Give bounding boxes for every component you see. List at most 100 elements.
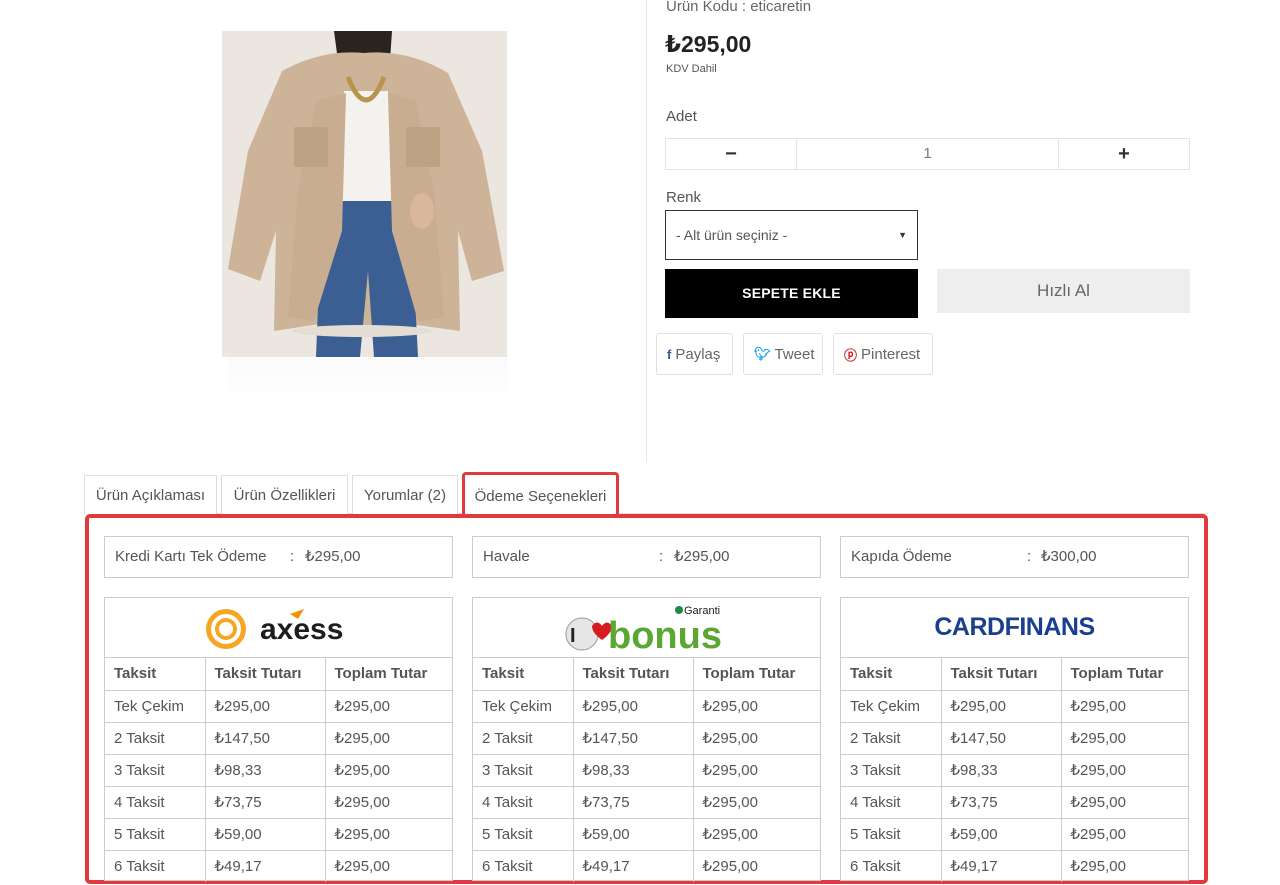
- installment-cell: Tek Çekim: [473, 690, 574, 723]
- total-cell: ₺295,00: [325, 786, 452, 819]
- total-cell: ₺295,00: [334, 858, 390, 876]
- amount-cell: ₺295,00: [573, 690, 694, 723]
- share-pinterest-button[interactable]: ⓟ Pinterest: [833, 333, 933, 375]
- bonus-logo: I bonus Garanti: [473, 598, 820, 658]
- bonus-logo-mark: I bonus Garanti: [565, 605, 722, 656]
- share-twitter-button[interactable]: 🐦︎ Tweet: [743, 333, 823, 375]
- table-row: Tek Çekim ₺295,00 ₺295,00: [105, 690, 452, 723]
- tab-payment-options[interactable]: Ödeme Seçenekleri: [462, 472, 619, 517]
- installment-cell: 3 Taksit: [105, 754, 206, 787]
- total-cell: ₺295,00: [693, 786, 820, 819]
- table-row: 5 Taksit ₺59,00 ₺295,00: [841, 818, 1188, 851]
- table-row: 6 Taksit ₺49,17 ₺295,00: [841, 850, 1188, 882]
- share-twitter-label: Tweet: [774, 345, 815, 363]
- installment-cell: 5 Taksit: [105, 818, 206, 851]
- amount-cell: ₺98,33: [573, 754, 694, 787]
- quick-buy-button[interactable]: Hızlı Al: [937, 269, 1190, 313]
- col-header-installment-amount: Taksit Tutarı: [205, 658, 326, 691]
- table-row: 4 Taksit ₺73,75 ₺295,00: [105, 786, 452, 819]
- installment-cell: 5 Taksit: [473, 818, 574, 851]
- product-photo: [222, 31, 507, 357]
- summary-separator: :: [659, 548, 664, 565]
- total-cell: ₺295,00: [325, 690, 452, 723]
- summary-value: ₺300,00: [1041, 548, 1097, 565]
- total-cell: ₺295,00: [325, 818, 452, 851]
- col-header-installment: Taksit: [105, 658, 206, 691]
- summary-credit-card: Kredi Kartı Tek Ödeme : ₺295,00: [104, 536, 453, 578]
- installment-cell: 4 Taksit: [473, 786, 574, 819]
- total-cell: ₺295,00: [1061, 786, 1188, 819]
- table-row: 2 Taksit ₺147,50 ₺295,00: [473, 722, 820, 755]
- installment-cell: 6 Taksit: [105, 850, 206, 882]
- table-row: 4 Taksit ₺73,75 ₺295,00: [473, 786, 820, 819]
- amount-cell: ₺49,17: [205, 850, 326, 882]
- amount-cell: ₺98,33: [941, 754, 1062, 787]
- add-to-cart-button[interactable]: SEPETE EKLE: [665, 269, 918, 318]
- installment-card-bonus: I bonus Garanti Taksit Taksit Tutarı Top…: [472, 597, 821, 882]
- installment-cell: Tek Çekim: [841, 690, 942, 723]
- table-row: 3 Taksit ₺98,33 ₺295,00: [473, 754, 820, 787]
- installment-cell: 3 Taksit: [473, 754, 574, 787]
- total-cell: ₺295,00: [1061, 754, 1188, 787]
- tab-reviews[interactable]: Yorumlar (2): [352, 475, 458, 514]
- table-row: 5 Taksit ₺59,00 ₺295,00: [105, 818, 452, 851]
- total-cell: ₺295,00: [1061, 722, 1188, 755]
- tab-properties[interactable]: Ürün Özellikleri: [221, 475, 348, 514]
- bonus-logo-text: bonus: [608, 615, 722, 656]
- amount-cell: ₺147,50: [573, 722, 694, 755]
- summary-separator: :: [1027, 548, 1032, 565]
- twitter-icon: 🐦︎: [754, 346, 771, 361]
- col-header-total: Toplam Tutar: [325, 658, 452, 691]
- col-header-installment-amount: Taksit Tutarı: [573, 658, 694, 691]
- installment-cell: 4 Taksit: [105, 786, 206, 819]
- amount-cell: ₺147,50: [205, 722, 326, 755]
- amount-cell: ₺295,00: [205, 690, 326, 723]
- color-label: Renk: [666, 189, 702, 206]
- column-divider: [646, 0, 647, 462]
- tab-description[interactable]: Ürün Açıklaması: [84, 475, 217, 514]
- total-cell: ₺295,00: [702, 858, 758, 876]
- color-select[interactable]: - Alt ürün seçiniz - ▼: [665, 210, 918, 260]
- table-row: 3 Taksit ₺98,33 ₺295,00: [105, 754, 452, 787]
- share-facebook-label: Paylaş: [675, 345, 721, 363]
- amount-cell: ₺73,75: [205, 786, 326, 819]
- color-select-value: - Alt ürün seçiniz -: [676, 227, 788, 243]
- amount-cell: ₺59,00: [205, 818, 326, 851]
- product-code: Ürün Kodu : eticaretin: [666, 0, 812, 15]
- share-facebook-button[interactable]: f Paylaş: [656, 333, 733, 375]
- amount-cell: ₺147,50: [941, 722, 1062, 755]
- total-cell: ₺295,00: [693, 690, 820, 723]
- col-header-total: Toplam Tutar: [1061, 658, 1188, 691]
- summary-separator: :: [290, 548, 295, 565]
- amount-cell: ₺73,75: [941, 786, 1062, 819]
- axess-logo: axess: [105, 598, 452, 658]
- pinterest-icon: ⓟ: [844, 347, 858, 363]
- total-cell: ₺295,00: [325, 754, 452, 787]
- quantity-input[interactable]: 1: [797, 138, 1058, 170]
- summary-label: Havale: [483, 548, 530, 565]
- quantity-decrease-button[interactable]: −: [665, 138, 797, 170]
- table-row: Tek Çekim ₺295,00 ₺295,00: [841, 690, 1188, 723]
- table-row: 3 Taksit ₺98,33 ₺295,00: [841, 754, 1188, 787]
- product-image[interactable]: [222, 31, 507, 357]
- quantity-label: Adet: [666, 108, 697, 125]
- quantity-stepper: − 1 +: [665, 138, 1190, 170]
- amount-cell: ₺98,33: [205, 754, 326, 787]
- amount-cell: ₺295,00: [941, 690, 1062, 723]
- table-row: 2 Taksit ₺147,50 ₺295,00: [841, 722, 1188, 755]
- amount-cell: ₺59,00: [941, 818, 1062, 851]
- installment-table: Taksit Taksit Tutarı Toplam Tutar Tek Çe…: [105, 658, 452, 882]
- col-header-installment: Taksit: [841, 658, 942, 691]
- col-header-installment-amount: Taksit Tutarı: [941, 658, 1062, 691]
- total-cell: ₺295,00: [1061, 818, 1188, 851]
- installment-cell: 2 Taksit: [841, 722, 942, 755]
- amount-cell: ₺49,17: [573, 850, 694, 882]
- caret-down-icon: ▼: [898, 230, 907, 240]
- summary-label: Kredi Kartı Tek Ödeme: [115, 548, 267, 565]
- summary-cash-on-delivery: Kapıda Ödeme : ₺300,00: [840, 536, 1189, 578]
- quantity-increase-button[interactable]: +: [1058, 138, 1190, 170]
- amount-cell: ₺73,75: [573, 786, 694, 819]
- cardfinans-logo-text: CARDFINANS: [934, 613, 1095, 641]
- total-cell: ₺295,00: [693, 754, 820, 787]
- axess-logo-mark: axess: [205, 608, 343, 649]
